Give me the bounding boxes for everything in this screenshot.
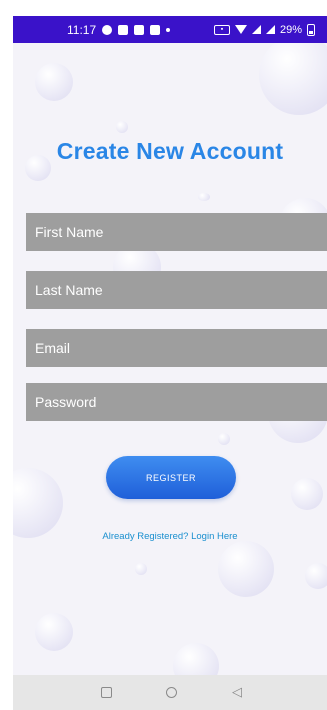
home-icon[interactable] <box>166 687 177 698</box>
first-name-field[interactable] <box>26 213 327 251</box>
more-notifications-icon <box>166 27 171 32</box>
page-title: Create New Account <box>56 138 284 164</box>
login-link[interactable]: Already Registered? Login Here <box>13 531 327 542</box>
background-bubble <box>259 43 327 115</box>
background-bubble <box>35 613 73 651</box>
navigation-bar: ◁ <box>13 675 327 710</box>
app-icon <box>150 24 161 35</box>
background-bubble <box>13 468 63 538</box>
notification-icon <box>118 24 129 35</box>
background-bubble <box>135 563 147 575</box>
background-bubble <box>291 478 323 510</box>
password-field[interactable] <box>26 383 327 421</box>
status-time: 11:17 <box>67 22 97 37</box>
recent-apps-icon[interactable] <box>101 687 112 698</box>
signal-icon <box>251 25 261 34</box>
background-bubble <box>116 121 128 133</box>
notification-icon <box>102 24 113 35</box>
background-bubble <box>305 563 327 589</box>
background-bubble <box>35 63 73 101</box>
background-bubble <box>218 433 230 445</box>
status-right: ▪ 29% <box>213 16 315 43</box>
register-screen: Create New Account Register Already Regi… <box>13 43 327 675</box>
wifi-icon <box>234 25 247 34</box>
phone-screen: 11:17 ▪ 29% Create New Account First Nam… <box>0 0 327 710</box>
background-bubble <box>173 643 219 675</box>
last-name-field[interactable] <box>26 271 327 309</box>
battery-percent: 29% <box>279 23 302 36</box>
data-speed-icon: ▪ <box>213 24 230 35</box>
signal-icon <box>265 25 275 34</box>
status-left: 11:17 <box>67 16 171 43</box>
gallery-icon <box>134 24 145 35</box>
battery-icon <box>307 23 315 36</box>
background-bubble <box>198 193 210 201</box>
background-bubble <box>218 541 274 597</box>
register-button[interactable]: Register <box>106 456 236 499</box>
status-bar: 11:17 ▪ 29% <box>13 16 327 43</box>
email-field[interactable] <box>26 329 327 367</box>
back-icon[interactable]: ◁ <box>232 684 242 699</box>
